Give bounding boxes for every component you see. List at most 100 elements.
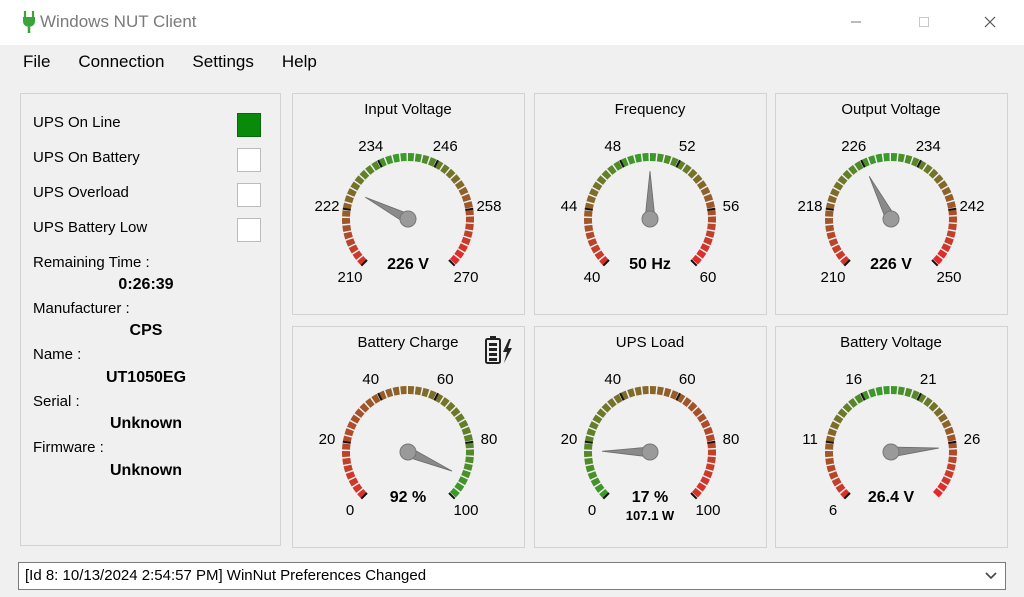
gauge-arc-segment [682, 164, 692, 175]
gauge-title: Output Voltage [841, 101, 940, 118]
gauge-tick-label: 210 [338, 269, 363, 286]
gauge-arc-segment [875, 153, 883, 163]
gauge-arc-segment [586, 428, 596, 437]
gauge-tick-label: 40 [584, 269, 601, 286]
firmware-value: Unknown [110, 462, 182, 479]
gauge-major-tick [584, 440, 593, 444]
gauge-arc-segment [414, 153, 422, 163]
gauge-arc-segment [941, 243, 951, 253]
gauge-arc-segment [350, 181, 361, 191]
manufacturer-value: CPS [129, 322, 163, 339]
log-dropdown[interactable]: [Id 8: 10/13/2024 2:54:57 PM] WinNut Pre… [18, 562, 1006, 590]
gauge-arc-segment [440, 397, 450, 408]
gauge-tick-label: 40 [604, 371, 621, 388]
gauge-arc-segment [932, 254, 943, 265]
window-title: Windows NUT Client [40, 12, 197, 31]
gauge-arc-segment [584, 224, 594, 232]
gauge-value: 226 V [387, 256, 429, 273]
gauge-arc-segment [705, 230, 715, 238]
gauge-svg: Output Voltage 210 218 226 234 242 250 226 V [797, 101, 984, 286]
gauge-arc-segment [825, 443, 834, 450]
gauge-major-tick [825, 440, 834, 444]
gauge-arc-segment [352, 250, 363, 260]
gauge-arc-segment [928, 401, 939, 412]
gauge-arc-segment [700, 476, 710, 486]
gauge-arc-segment [933, 407, 944, 417]
gauge-hub [641, 443, 659, 461]
plug-icon [23, 11, 35, 33]
remaining-time-label: Remaining Time : [33, 254, 150, 271]
gauge-arc-segment [703, 236, 713, 246]
close-button[interactable] [970, 8, 1010, 36]
gauge-arc-segment [590, 477, 601, 487]
maximize-button[interactable] [904, 8, 944, 36]
gauge-arc-segment [601, 402, 612, 413]
gauge-arc-segment [937, 413, 948, 423]
gauge-arc-segment [445, 401, 456, 412]
gauge-arc-segment [904, 387, 913, 398]
gauge-arc-segment [842, 169, 853, 180]
ups-on-line-label: UPS On Line [33, 114, 121, 131]
gauge-arc-segment [825, 210, 834, 217]
gauge-arc-segment [587, 471, 598, 480]
chevron-down-icon [985, 572, 997, 580]
gauge-arc-segment [463, 230, 473, 238]
gauge-hub [882, 210, 900, 228]
gauge-tick-label: 250 [936, 269, 961, 286]
gauge-arc-segment [837, 408, 848, 418]
gauge-arc-segment [450, 174, 461, 184]
gauge-arc-segment [696, 482, 707, 492]
gauge-arc-segment [700, 243, 710, 253]
gauge-tick-label: 21 [920, 371, 937, 388]
gauge-arc-segment [703, 193, 714, 202]
gauge-arc-segment [587, 238, 598, 247]
gauge-arc-segment [596, 408, 607, 418]
gauge-arc-segment [941, 476, 951, 486]
gauge-output-voltage: Output Voltage 210 218 226 234 242 250 226 V [775, 93, 1008, 315]
gauge-arc-segment [707, 456, 716, 464]
gauge-arc-segment [692, 174, 703, 184]
gauge-arc-segment [941, 186, 952, 196]
gauge-arc-segment [691, 254, 702, 265]
gauge-tick-label: 270 [453, 269, 478, 286]
gauge-arc-segment [687, 401, 698, 412]
menu-help[interactable]: Help [268, 46, 331, 78]
gauge-tick-label: 242 [959, 198, 984, 215]
gauge-arc-segment [937, 249, 948, 259]
gauge-arc-segment [687, 168, 698, 179]
gauge-arc-segment [458, 419, 469, 429]
ups-on-battery-indicator [237, 148, 261, 172]
gauge-arc-segment [656, 386, 664, 396]
gauge-arc-segment [835, 483, 846, 493]
gauge-arc-segment [458, 243, 468, 253]
gauge-arc-segment [634, 386, 642, 396]
gauge-arc-segment [700, 186, 711, 196]
gauge-value: 92 % [390, 489, 426, 506]
gauge-arc-segment [428, 157, 437, 167]
menu-settings[interactable]: Settings [178, 46, 267, 78]
gauge-tick-label: 100 [453, 502, 478, 519]
gauge-arc-segment [345, 238, 356, 247]
gauge-arc-segment [385, 388, 394, 398]
gauge-arc-segment [454, 180, 465, 190]
gauge-title: Input Voltage [364, 101, 452, 118]
gauge-arc-segment [946, 434, 956, 442]
minimize-icon [851, 21, 861, 23]
gauge-hub [399, 443, 417, 461]
gauge-arc-segment [663, 154, 672, 165]
gauge-frequency: Frequency 40 44 48 52 56 60 50 Hz [534, 93, 767, 315]
menu-file[interactable]: File [0, 46, 64, 78]
gauge-arc-segment [868, 155, 877, 165]
gauge-major-tick [948, 440, 957, 444]
gauge-arc-segment [825, 224, 835, 232]
gauge-arc-segment [941, 419, 952, 429]
gauge-battery-voltage: Battery Voltage 6 11 16 21 26 26.4 V [775, 326, 1008, 548]
gauge-arc-segment [607, 397, 617, 408]
title-bar: Windows NUT Client [0, 0, 1024, 45]
gauge-arc-segment [421, 387, 430, 398]
gauge-arc-segment [946, 463, 956, 471]
minimize-button[interactable] [836, 8, 876, 36]
menu-connection[interactable]: Connection [64, 46, 178, 78]
gauge-arc-segment [705, 201, 715, 209]
gauge-arc-segment [594, 250, 605, 260]
